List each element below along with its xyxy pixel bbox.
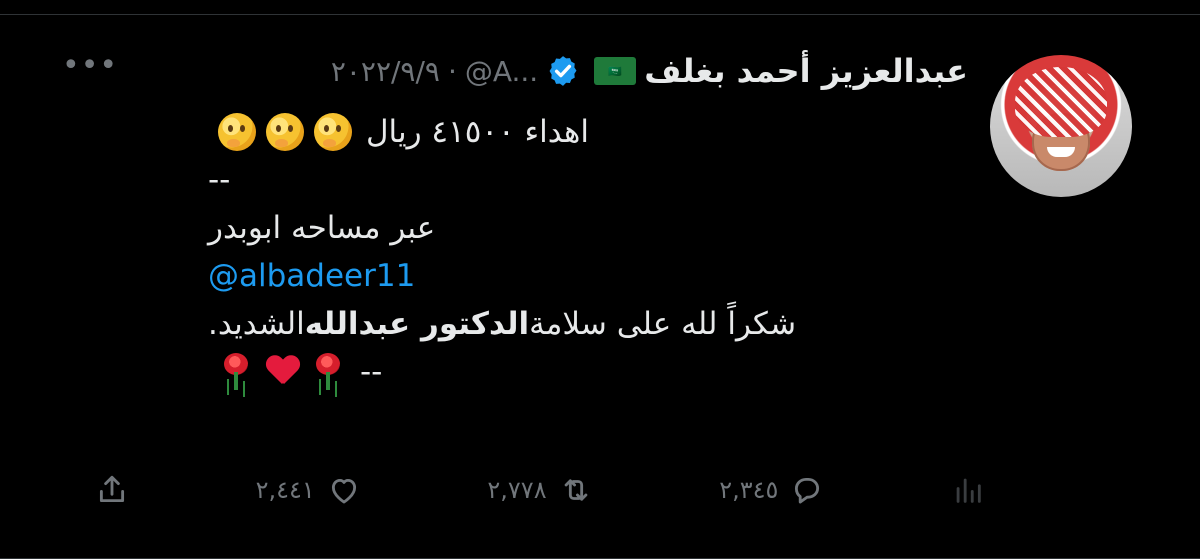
analytics-icon <box>956 478 981 503</box>
author-display-name[interactable]: عبدالعزيز أحمد بغلف <box>644 52 968 90</box>
body-line-3: عبر مساحه ابوبدر <box>208 204 968 252</box>
body-text-line-6: -- <box>360 354 383 390</box>
thinking-face-emoji <box>266 113 304 151</box>
body-line-6: -- <box>208 348 968 396</box>
body-line-1: اهداء ٤١٥٠٠ ريال <box>208 108 968 156</box>
saudi-flag-icon: 🇸🇦 <box>594 57 637 85</box>
body-line-5: شكراً لله على سلامة الدكتور عبدالله الشد… <box>208 300 968 348</box>
like-button[interactable]: ٢,٤٤١ <box>256 473 361 507</box>
separator-dot: · <box>447 54 457 88</box>
body-text-line-5-post: الشديد. <box>208 306 305 342</box>
reply-icon <box>795 477 820 504</box>
like-icon <box>331 478 356 504</box>
analytics-button[interactable] <box>951 473 985 507</box>
tweet-date[interactable]: ٢٠٢٢/٩/٩ <box>331 55 440 88</box>
rose-emoji <box>218 352 254 392</box>
share-icon <box>99 475 125 503</box>
body-text-line-2: -- <box>208 162 231 198</box>
tweet-header: عبدالعزيز أحمد بغلف 🇸🇦 @A... · ٢٠٢٢/٩/٩ <box>8 45 968 97</box>
reply-button[interactable]: ٢,٣٤٥ <box>719 473 824 507</box>
author-handle[interactable]: @A... <box>465 55 538 88</box>
flag-emoji: 🇸🇦 <box>608 64 623 78</box>
mention-link[interactable]: @albadeer11 <box>208 252 415 300</box>
body-text-line-1: اهداء ٤١٥٠٠ ريال <box>366 114 589 150</box>
body-line-2: -- <box>208 156 968 204</box>
like-count: ٢,٤٤١ <box>255 476 315 504</box>
retweet-count: ٢,٧٧٨ <box>487 476 547 504</box>
retweet-icon <box>564 479 587 501</box>
tweet-body: اهداء ٤١٥٠٠ ريال -- عبر مساحه ابوبدر @al… <box>208 108 968 396</box>
verified-badge-icon <box>549 56 577 86</box>
thinking-face-emoji <box>218 113 256 151</box>
red-heart-emoji <box>266 356 300 388</box>
tweet-actions: ٢,٤٤١ ٢,٧٧٨ ٢,٣٤٥ <box>95 470 985 510</box>
retweet-button[interactable]: ٢,٧٧٨ <box>487 473 592 507</box>
body-text-line-5-bold: الدكتور عبدالله <box>304 306 530 342</box>
reply-count: ٢,٣٤٥ <box>719 476 779 504</box>
body-text-line-3: عبر مساحه ابوبدر <box>208 210 436 246</box>
rose-emoji <box>310 352 346 392</box>
share-button[interactable] <box>95 473 129 507</box>
author-avatar[interactable] <box>990 55 1132 197</box>
body-text-line-5-pre: شكراً لله على سلامة <box>529 306 797 342</box>
thinking-face-emoji <box>314 113 352 151</box>
avatar-face <box>1032 113 1090 171</box>
top-divider <box>0 14 1200 15</box>
body-line-4: @albadeer11 <box>208 252 968 300</box>
